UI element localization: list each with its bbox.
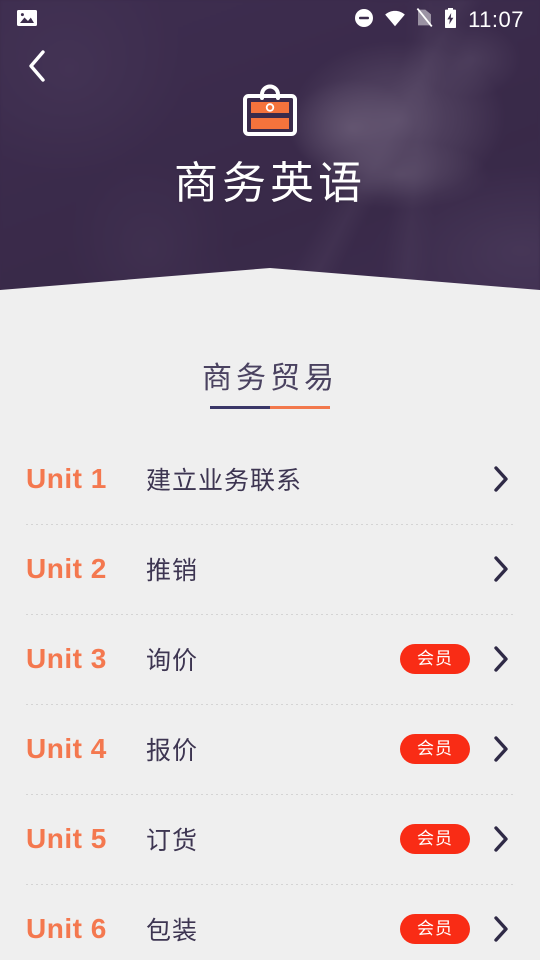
unit-title: 建立业务联系	[146, 467, 303, 495]
section-title: 商务贸易	[202, 362, 338, 395]
header-purple-overlay	[0, 0, 540, 302]
chevron-right-icon	[488, 824, 514, 854]
unit-number: Unit 6	[26, 913, 107, 944]
section-header: 商务贸易	[0, 358, 540, 409]
section-underline	[210, 406, 330, 409]
vip-badge: 会员	[400, 914, 470, 944]
underline-right-segment	[270, 406, 330, 409]
chevron-right-icon	[488, 914, 514, 944]
vip-badge: 会员	[400, 734, 470, 764]
unit-title: 包装	[146, 917, 199, 945]
do-not-disturb-icon	[354, 8, 374, 33]
unit-title: 推销	[146, 557, 199, 585]
unit-number: Unit 5	[26, 823, 107, 854]
unit-row[interactable]: Unit 6 包装 会员	[0, 884, 540, 960]
unit-list: Unit 1 建立业务联系 Unit 2 推销 Unit 3 询价 会员 Uni…	[0, 434, 540, 960]
unit-number: Unit 2	[26, 553, 107, 584]
unit-row[interactable]: Unit 2 推销	[0, 524, 540, 614]
vip-badge: 会员	[400, 824, 470, 854]
vip-badge: 会员	[400, 644, 470, 674]
page-title: 商务英语	[174, 159, 366, 208]
chevron-right-icon	[488, 734, 514, 764]
status-bar-clock: 11:07	[468, 7, 524, 32]
app-screen: 11:07 商务英语 商务贸易 Unit 1 建立业务联系 Unit 2 推销 …	[0, 0, 540, 960]
unit-number: Unit 3	[26, 643, 107, 674]
unit-row[interactable]: Unit 1 建立业务联系	[0, 434, 540, 524]
unit-title: 订货	[146, 827, 199, 855]
no-sim-icon	[416, 7, 433, 33]
unit-number: Unit 1	[26, 463, 107, 494]
course-brand-icon-wrap	[0, 82, 540, 143]
image-icon	[16, 7, 38, 34]
course-header: 11:07 商务英语	[0, 0, 540, 302]
unit-row[interactable]: Unit 3 询价 会员	[0, 614, 540, 704]
chevron-right-icon	[488, 464, 514, 494]
unit-title: 报价	[146, 737, 199, 765]
wifi-icon	[384, 8, 406, 33]
unit-number: Unit 4	[26, 733, 107, 764]
chevron-right-icon	[488, 644, 514, 674]
chevron-left-icon	[26, 49, 48, 83]
unit-row[interactable]: Unit 5 订货 会员	[0, 794, 540, 884]
chevron-right-icon	[488, 554, 514, 584]
status-bar: 11:07	[0, 0, 540, 40]
unit-row[interactable]: Unit 4 报价 会员	[0, 704, 540, 794]
unit-title: 询价	[146, 647, 199, 675]
battery-charging-icon	[443, 7, 458, 34]
underline-left-segment	[210, 406, 270, 409]
briefcase-icon	[239, 82, 301, 143]
